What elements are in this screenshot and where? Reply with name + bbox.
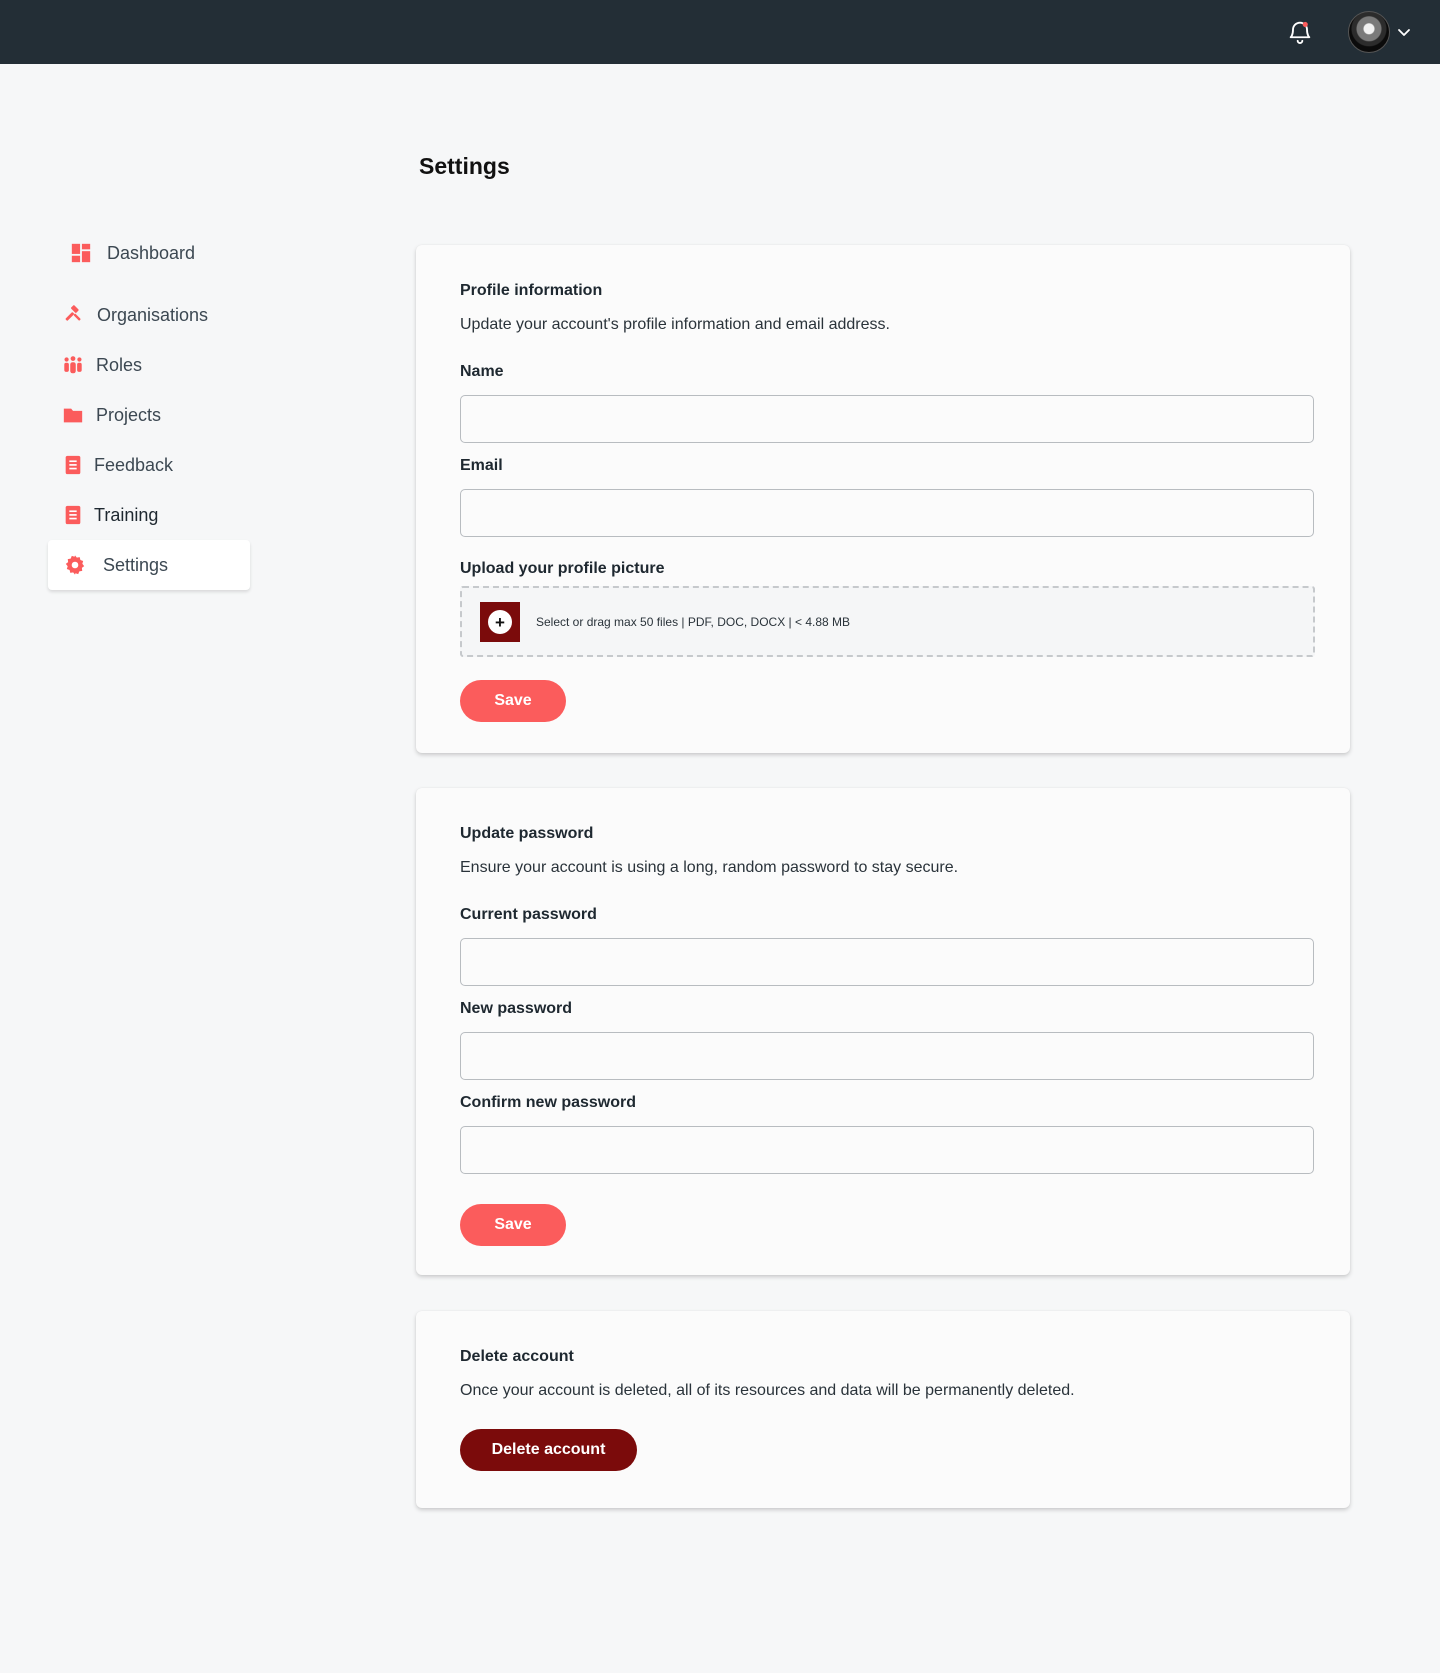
delete-account-card: Delete account Once your account is dele… [416, 1311, 1350, 1508]
add-file-button[interactable]: + [480, 602, 520, 642]
profile-description: Update your account's profile informatio… [460, 316, 890, 333]
avatar[interactable] [1348, 11, 1390, 53]
sidebar-item-dashboard[interactable]: Dashboard [48, 228, 250, 278]
document-icon [61, 453, 85, 477]
sidebar-item-label: Organisations [97, 304, 209, 325]
sidebar: Dashboard Organisations Roles Projects F… [48, 228, 250, 590]
delete-heading: Delete account [460, 1348, 574, 1365]
save-profile-button[interactable]: Save [460, 680, 566, 722]
sidebar-item-organisations[interactable]: Organisations [48, 290, 250, 340]
delete-account-button[interactable]: Delete account [460, 1429, 637, 1471]
page-title: Settings [419, 153, 510, 179]
sidebar-item-feedback[interactable]: Feedback [48, 440, 250, 490]
name-input[interactable] [460, 395, 1314, 443]
top-navbar [0, 0, 1440, 64]
profile-heading: Profile information [460, 282, 603, 299]
plus-icon: + [488, 610, 512, 634]
sidebar-item-label: Training [94, 504, 159, 525]
confirm-password-input[interactable] [460, 1126, 1314, 1174]
update-password-card: Update password Ensure your account is u… [416, 788, 1350, 1275]
password-description: Ensure your account is using a long, ran… [460, 859, 959, 876]
current-password-label: Current password [460, 906, 597, 923]
profile-information-card: Profile information Update your account'… [416, 245, 1350, 753]
sidebar-item-training[interactable]: Training [48, 490, 250, 540]
gear-icon [63, 553, 87, 577]
sidebar-item-settings[interactable]: Settings [48, 540, 250, 590]
sidebar-item-label: Settings [103, 554, 169, 575]
sidebar-item-label: Dashboard [107, 242, 196, 263]
user-menu[interactable] [1348, 11, 1412, 53]
password-heading: Update password [460, 825, 594, 842]
gavel-icon [61, 303, 85, 327]
new-password-label: New password [460, 1000, 573, 1017]
sidebar-item-label: Projects [96, 404, 162, 425]
sidebar-item-label: Feedback [94, 454, 174, 475]
delete-description: Once your account is deleted, all of its… [460, 1382, 1075, 1399]
upload-hint: Select or drag max 50 files | PDF, DOC, … [536, 615, 851, 629]
current-password-input[interactable] [460, 938, 1314, 986]
email-label: Email [460, 457, 503, 474]
save-password-button[interactable]: Save [460, 1204, 566, 1246]
folder-icon [61, 403, 85, 427]
confirm-password-label: Confirm new password [460, 1094, 637, 1111]
dashboard-grid-icon [69, 241, 93, 265]
new-password-input[interactable] [460, 1032, 1314, 1080]
profile-picture-dropzone[interactable]: + Select or drag max 50 files | PDF, DOC… [460, 586, 1315, 657]
sidebar-item-label: Roles [96, 354, 143, 375]
bell-icon[interactable] [1286, 18, 1314, 46]
email-input[interactable] [460, 489, 1314, 537]
chevron-down-icon[interactable] [1396, 24, 1412, 40]
sidebar-item-projects[interactable]: Projects [48, 390, 250, 440]
name-label: Name [460, 363, 504, 380]
document-icon [61, 503, 85, 527]
users-group-icon [61, 353, 85, 377]
sidebar-item-roles[interactable]: Roles [48, 340, 250, 390]
upload-label: Upload your profile picture [460, 560, 665, 577]
